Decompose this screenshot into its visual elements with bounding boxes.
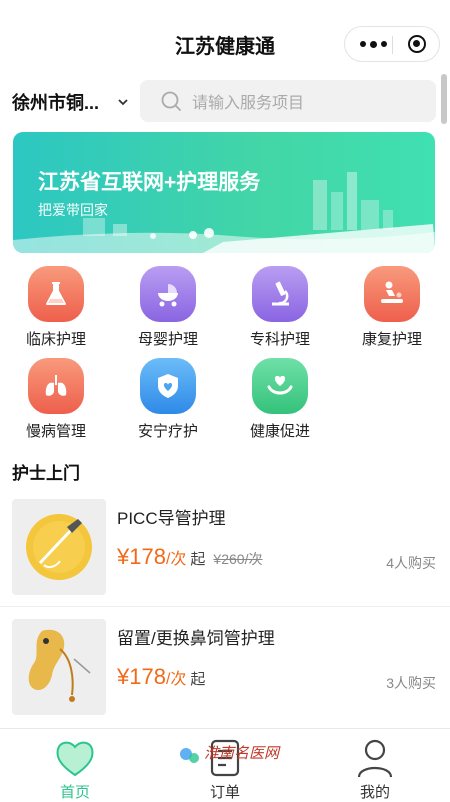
price-unit: /次 <box>165 671 187 688</box>
more-icon[interactable] <box>355 33 391 55</box>
service-title: 留置/更换鼻饲管护理 <box>117 629 275 648</box>
service-item[interactable]: PICC导管护理 ¥178/次起 ¥260/次 4人购买 <box>0 496 450 616</box>
service-thumbnail <box>12 619 106 715</box>
banner-subtitle: 把爱带回家 <box>38 202 108 218</box>
close-target-icon[interactable] <box>408 35 426 53</box>
price-from: 起 <box>190 551 206 568</box>
original-price: ¥260/次 <box>213 551 263 567</box>
category-rehab[interactable]: 康复护理 <box>342 266 442 349</box>
microscope-icon <box>252 266 308 322</box>
category-hospice[interactable]: 安宁疗护 <box>118 358 218 441</box>
chevron-down-icon <box>118 99 128 106</box>
service-title: PICC导管护理 <box>117 509 226 528</box>
bought-count: 4人购买 <box>386 555 436 571</box>
watermark-text: 淮南名医网 <box>204 744 281 762</box>
tab-home[interactable]: 首页 <box>20 729 130 801</box>
price-value: ¥178 <box>117 544 166 569</box>
price-value: ¥178 <box>117 664 166 689</box>
stroller-icon <box>140 266 196 322</box>
service-item[interactable]: 留置/更换鼻饲管护理 ¥178/次起 3人购买 <box>0 616 450 736</box>
category-label: 安宁疗护 <box>137 423 198 440</box>
category-label: 母婴护理 <box>137 331 198 348</box>
search-icon <box>161 91 181 111</box>
promo-banner[interactable]: 江苏省互联网+护理服务 把爱带回家 <box>13 132 435 253</box>
section-title: 护士上门 <box>12 464 80 483</box>
capsule-divider <box>392 36 393 54</box>
bought-count: 3人购买 <box>386 675 436 691</box>
watermark-logo: 淮南名医网 <box>180 744 281 763</box>
category-clinical[interactable]: 临床护理 <box>6 266 106 349</box>
price-unit: /次 <box>165 551 187 568</box>
category-chronic[interactable]: 慢病管理 <box>6 358 106 441</box>
category-label: 慢病管理 <box>25 423 86 440</box>
user-icon <box>357 739 393 778</box>
tab-mine[interactable]: 我的 <box>320 729 430 801</box>
service-price: ¥178/次起 ¥260/次 <box>117 544 262 570</box>
location-label: 徐州市铜... <box>12 93 100 113</box>
flask-icon <box>28 266 84 322</box>
heart-icon <box>56 741 94 777</box>
location-selector[interactable]: 徐州市铜... <box>12 88 129 116</box>
service-thumbnail <box>12 499 106 595</box>
category-label: 康复护理 <box>361 331 422 348</box>
category-label: 临床护理 <box>25 331 86 348</box>
category-label: 专科护理 <box>249 331 310 348</box>
category-label: 健康促进 <box>249 423 310 440</box>
divider <box>0 606 450 607</box>
category-specialty[interactable]: 专科护理 <box>230 266 330 349</box>
tab-label: 我的 <box>359 784 390 801</box>
hand-heart-icon <box>252 358 308 414</box>
category-health-promotion[interactable]: 健康促进 <box>230 358 330 441</box>
category-maternal[interactable]: 母婴护理 <box>118 266 218 349</box>
lungs-icon <box>28 358 84 414</box>
search-input[interactable]: 请输入服务项目 <box>140 80 436 122</box>
scrollbar[interactable] <box>441 74 447 124</box>
shield-heart-icon <box>140 358 196 414</box>
tab-label: 首页 <box>59 784 90 801</box>
massage-icon <box>364 266 420 322</box>
price-from: 起 <box>190 671 206 688</box>
search-placeholder: 请输入服务项目 <box>192 95 305 112</box>
mini-program-capsule <box>344 26 440 62</box>
tab-label: 订单 <box>209 784 240 801</box>
service-price: ¥178/次起 <box>117 664 205 690</box>
banner-title: 江苏省互联网+护理服务 <box>38 171 261 194</box>
nav-bar: 江苏健康通 <box>0 0 450 80</box>
